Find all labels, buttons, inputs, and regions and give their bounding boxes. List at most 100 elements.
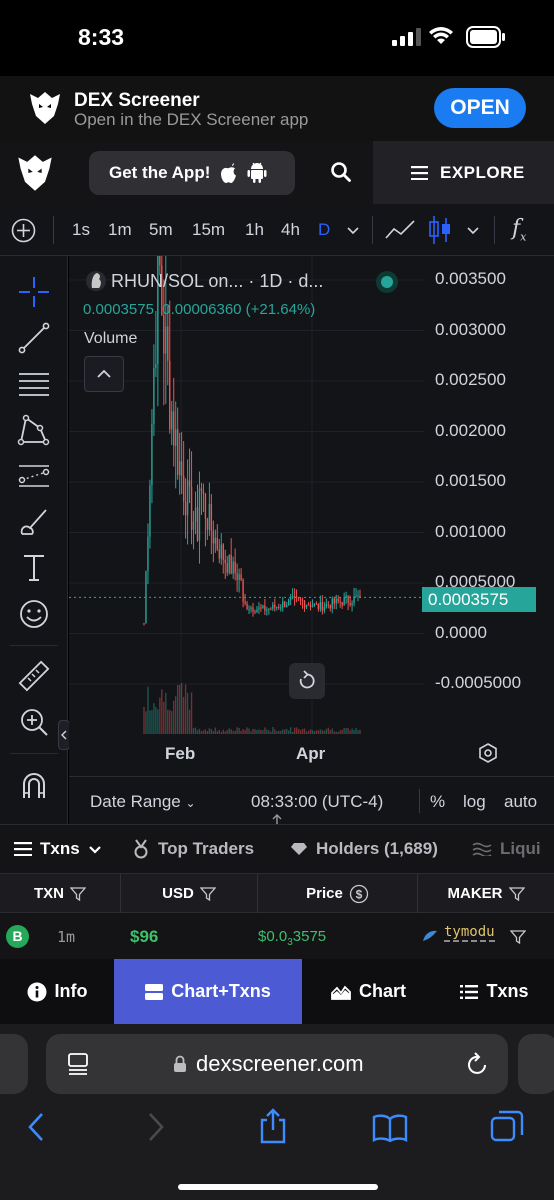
timeframe-4h[interactable]: 4h [281, 220, 300, 240]
chart-settings-icon[interactable] [477, 742, 499, 764]
candle-body [224, 559, 226, 564]
candle-body [218, 549, 220, 559]
chevron-down-icon[interactable] [466, 226, 480, 235]
chevron-down-icon[interactable] [346, 226, 360, 235]
page-menu-icon[interactable] [66, 1052, 90, 1076]
timeframe-15m[interactable]: 15m [192, 220, 225, 240]
y-axis-label: -0.0005000 [435, 673, 522, 692]
pattern-tool-icon[interactable] [16, 412, 52, 448]
date-range-label: Date Range [90, 792, 181, 811]
magnet-icon[interactable] [16, 768, 52, 804]
add-symbol-icon[interactable] [11, 218, 36, 243]
price-chart[interactable]: RHUN/SOL on... · 1D · d... 0.0003575 0.0… [69, 256, 554, 776]
txn-age: 1m [57, 928, 76, 946]
volume-bar [192, 728, 195, 734]
brush-icon[interactable] [16, 504, 52, 540]
filter-icon[interactable] [70, 887, 86, 901]
date-range-button[interactable]: Date Range ⌄ [90, 792, 196, 812]
dexscreener-logo-icon[interactable] [16, 153, 54, 193]
volume-bar [307, 730, 310, 734]
column-header-usd[interactable]: USD [121, 874, 258, 914]
txn-price: $0.033575 [258, 928, 326, 948]
candlestick-chart-type-icon[interactable] [428, 214, 452, 246]
timeframe-1m[interactable]: 1m [108, 220, 132, 240]
nav-chart[interactable]: Chart [302, 959, 435, 1024]
get-the-app-button[interactable]: Get the App! [89, 151, 295, 195]
volume-bar [186, 692, 189, 734]
column-header-price[interactable]: Price $ [258, 874, 418, 914]
volume-bar [349, 730, 351, 734]
volume-bar [194, 727, 197, 734]
candle-body [228, 554, 230, 573]
volume-bar [242, 729, 244, 734]
indicators-icon[interactable]: fx [512, 216, 526, 243]
timeframe-5m[interactable]: 5m [149, 220, 173, 240]
dollar-circle-icon[interactable]: $ [349, 884, 369, 904]
emoji-icon[interactable] [16, 596, 52, 632]
timeframe-1s[interactable]: 1s [72, 220, 90, 240]
back-icon[interactable] [26, 1112, 46, 1142]
open-app-button[interactable]: OPEN [434, 88, 526, 128]
nav-txns[interactable]: Txns [435, 959, 554, 1024]
filter-icon[interactable] [508, 887, 525, 901]
volume-bar [206, 731, 209, 734]
log-toggle[interactable]: log [463, 792, 486, 812]
legend-price: 0.0003575 [83, 301, 154, 318]
menu-icon [411, 165, 428, 180]
tab-top-traders[interactable]: Top Traders [132, 839, 254, 859]
volume-bar [299, 730, 302, 734]
previous-tab-preview[interactable] [0, 1034, 28, 1094]
search-icon[interactable] [330, 161, 352, 183]
collapse-legend-button[interactable] [84, 356, 124, 392]
tab-txns[interactable]: Txns [14, 839, 102, 859]
reset-chart-button[interactable] [289, 663, 325, 699]
address-bar[interactable]: dexscreener.com [46, 1034, 508, 1094]
forward-icon[interactable] [146, 1112, 166, 1142]
volume-bar [210, 729, 213, 734]
column-header-txn[interactable]: TXN [0, 874, 121, 914]
filter-icon[interactable] [199, 887, 216, 901]
percent-toggle[interactable]: % [430, 792, 445, 812]
tab-holders-label: Holders (1,689) [316, 839, 438, 858]
x-axis-label-feb: Feb [165, 744, 196, 763]
home-indicator [178, 1184, 378, 1190]
text-tool-icon[interactable] [16, 550, 52, 586]
volume-bar [226, 730, 228, 734]
reload-icon[interactable] [466, 1051, 490, 1077]
trend-line-icon[interactable] [16, 320, 52, 356]
crosshair-icon[interactable] [16, 274, 52, 310]
auto-toggle[interactable]: auto [504, 792, 537, 812]
line-chart-type-icon[interactable] [384, 218, 416, 242]
column-header-maker[interactable]: MAKER [418, 874, 554, 914]
bookmarks-icon[interactable] [372, 1114, 408, 1142]
next-tab-preview[interactable] [518, 1034, 554, 1094]
zoom-in-icon[interactable] [16, 704, 52, 740]
ruler-icon[interactable] [16, 658, 52, 694]
list-icon [14, 842, 32, 856]
candle-body [323, 606, 326, 611]
volume-bar [169, 709, 171, 734]
candle-body [234, 561, 236, 574]
timeframe-1h[interactable]: 1h [245, 220, 264, 240]
filter-icon[interactable] [510, 930, 526, 944]
tabs-icon[interactable] [490, 1110, 524, 1144]
timeframe-d[interactable]: D [318, 220, 330, 240]
tab-liquidity[interactable]: Liqui [472, 839, 541, 859]
volume-bar [180, 682, 183, 734]
table-row[interactable]: B 1m $96 $0.033575 tymodu [0, 913, 554, 959]
explore-button[interactable]: EXPLORE [373, 141, 554, 204]
nav-info[interactable]: Info [0, 959, 114, 1024]
maker-address-link[interactable]: tymodu [444, 924, 495, 942]
nav-chart-txns[interactable]: Chart+Txns [114, 959, 302, 1024]
browser-chrome: dexscreener.com [0, 1024, 554, 1200]
volume-bar [289, 727, 292, 734]
candle-body [315, 603, 318, 605]
share-icon[interactable] [258, 1108, 288, 1144]
horizontal-lines-icon[interactable] [16, 366, 52, 402]
candle-body [311, 605, 314, 607]
tab-holders[interactable]: Holders (1,689) [290, 839, 438, 859]
forecast-tool-icon[interactable] [16, 458, 52, 494]
candle-body [192, 521, 195, 530]
banner-app-name: DEX Screener [74, 90, 200, 111]
nav-info-label: Info [54, 981, 88, 1001]
